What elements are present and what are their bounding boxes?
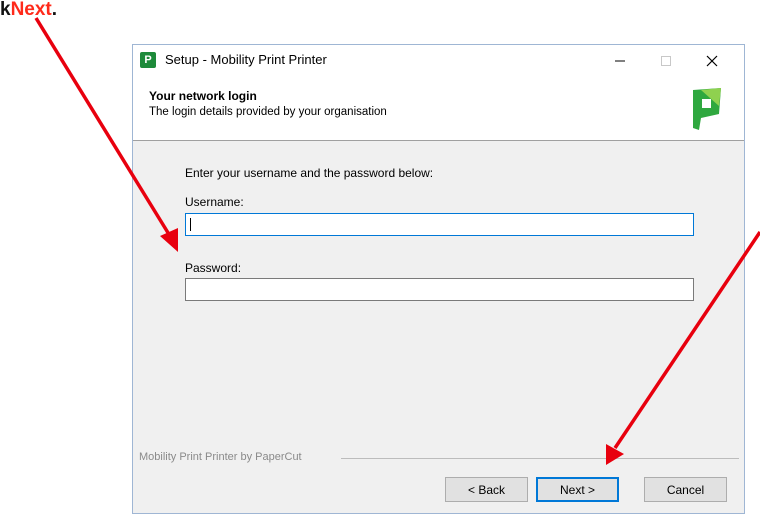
next-button[interactable]: Next > xyxy=(536,477,619,502)
password-field[interactable] xyxy=(185,278,694,301)
maximize-icon xyxy=(661,55,671,66)
username-field[interactable] xyxy=(185,213,694,236)
username-label: Username: xyxy=(185,195,244,209)
wizard-header: Your network login The login details pro… xyxy=(133,76,744,141)
papercut-logo-icon xyxy=(693,88,721,130)
page-title: Your network login xyxy=(149,89,257,103)
instruction-callout: k Next. xyxy=(0,0,60,26)
minimize-button[interactable] xyxy=(597,45,643,76)
password-label: Password: xyxy=(185,261,242,275)
minimize-icon xyxy=(615,60,625,61)
callout-suffix: . xyxy=(51,0,58,20)
title-bar: P Setup - Mobility Print Printer xyxy=(133,45,744,76)
instructions-text: Enter your username and the password bel… xyxy=(185,166,434,180)
back-button[interactable]: < Back xyxy=(445,477,528,502)
callout-prefix: k xyxy=(0,0,11,20)
text-cursor xyxy=(190,218,191,231)
page-subtitle: The login details provided by your organ… xyxy=(149,106,387,118)
window-title: Setup - Mobility Print Printer xyxy=(165,52,327,67)
close-button[interactable] xyxy=(689,45,735,76)
maximize-button[interactable] xyxy=(643,45,689,76)
callout-highlight: Next xyxy=(10,0,52,20)
setup-window: P Setup - Mobility Print Printer Your ne… xyxy=(132,44,745,514)
close-icon xyxy=(706,55,718,66)
branding-text: Mobility Print Printer by PaperCut xyxy=(139,451,302,463)
papercut-app-icon: P xyxy=(140,52,156,68)
footer-divider xyxy=(341,458,739,459)
cancel-button[interactable]: Cancel xyxy=(644,477,727,502)
